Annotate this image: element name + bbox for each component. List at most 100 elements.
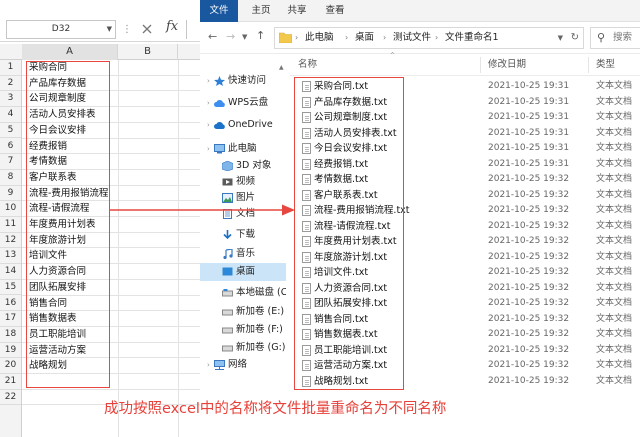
chevron-right-icon[interactable]: › xyxy=(207,94,210,112)
chevron-right-icon[interactable]: › xyxy=(207,116,210,134)
row-header[interactable]: 20 xyxy=(0,358,21,374)
file-type: 文本文档 xyxy=(596,360,633,370)
row-header[interactable]: 6 xyxy=(0,139,21,155)
chevron-down-icon[interactable]: ▼ xyxy=(558,28,563,48)
column-name[interactable]: 名称 xyxy=(298,54,317,76)
row-header[interactable]: 3 xyxy=(0,91,21,108)
up-arrow-icon[interactable]: ↑ xyxy=(256,29,265,42)
file-type: 文本文档 xyxy=(596,189,633,200)
address-bar[interactable]: › 此电脑 › 桌面 › 测试文件 › 文件重命名1 ▼ ↻ xyxy=(274,27,584,49)
formula-divider xyxy=(186,20,187,39)
row-header[interactable]: 5 xyxy=(0,123,21,139)
search-box[interactable]: ⚲ 搜索 xyxy=(590,27,640,49)
row-header[interactable]: 10 xyxy=(0,201,21,217)
breadcrumb-this-pc[interactable]: 此电脑 xyxy=(305,28,334,48)
search-placeholder: 搜索 xyxy=(613,32,633,43)
picture-icon xyxy=(222,193,233,203)
nav-item[interactable]: 新加卷 (G:) xyxy=(200,339,286,357)
column-date-modified[interactable]: 修改日期 xyxy=(488,54,526,76)
row-header[interactable]: 8 xyxy=(0,170,21,186)
star-icon xyxy=(214,76,225,86)
row-header[interactable]: 18 xyxy=(0,327,21,343)
grid-line xyxy=(22,388,200,390)
chevron-right-icon[interactable]: › xyxy=(345,28,348,48)
file-date: 2021-10-25 19:32 xyxy=(488,344,570,355)
back-arrow-icon[interactable]: ← xyxy=(208,30,217,43)
address-row: ← → ▼ ↑ › 此电脑 › 桌面 › 测试文件 › 文件重命名1 ▼ ↻ ⚲… xyxy=(200,22,640,54)
nav-item-label: 新加卷 (E:) xyxy=(236,306,285,317)
column-type[interactable]: 类型 xyxy=(596,54,615,76)
nav-item[interactable]: 新加卷 (E:) xyxy=(200,303,286,321)
nav-item[interactable]: 本地磁盘 (C xyxy=(200,284,286,302)
nav-item[interactable]: › OneDrive xyxy=(200,116,286,134)
nav-item[interactable]: 下载 xyxy=(200,226,286,244)
row-header[interactable]: 14 xyxy=(0,264,21,280)
nav-item-label: 本地磁盘 (C xyxy=(236,287,286,298)
file-type: 文本文档 xyxy=(596,344,633,355)
file-type: 文本文档 xyxy=(596,313,633,324)
nav-item[interactable]: › 快速访问 xyxy=(200,72,286,90)
folder-icon xyxy=(279,32,292,43)
chevron-down-icon[interactable]: ▼ xyxy=(242,33,247,41)
column-header-b[interactable]: B xyxy=(118,44,178,60)
scroll-up-icon[interactable]: ▲ xyxy=(279,64,284,71)
file-date: 2021-10-25 19:31 xyxy=(488,81,570,91)
column-divider[interactable] xyxy=(480,57,481,73)
row-header[interactable]: 22 xyxy=(0,390,21,406)
nav-item[interactable]: 桌面 xyxy=(200,263,286,281)
close-icon[interactable] xyxy=(140,22,154,36)
nav-item-label: 快速访问 xyxy=(228,75,267,86)
tab-file[interactable]: 文件 xyxy=(200,0,238,22)
fx-label[interactable]: fx xyxy=(166,19,178,34)
caption: 成功按照excel中的名称将文件批量重命名为不同名称 xyxy=(104,401,447,417)
highlight-box-files xyxy=(294,77,404,390)
column-divider[interactable] xyxy=(588,57,589,73)
row-header[interactable]: 12 xyxy=(0,233,21,249)
forward-arrow-icon[interactable]: → xyxy=(226,30,235,43)
file-type: 文本文档 xyxy=(596,158,633,169)
file-type: 文本文档 xyxy=(596,174,633,184)
row-header[interactable]: 17 xyxy=(0,311,21,327)
nav-item-label: 桌面 xyxy=(236,266,256,277)
row-header[interactable]: 21 xyxy=(0,374,21,390)
chevron-right-icon[interactable]: › xyxy=(207,140,210,158)
file-date: 2021-10-25 19:31 xyxy=(488,96,570,107)
row-header[interactable]: 1 xyxy=(0,60,21,76)
chevron-down-icon[interactable]: ▼ xyxy=(107,21,112,38)
search-icon: ⚲ xyxy=(597,31,606,44)
nav-item[interactable]: 新加卷 (F:) xyxy=(200,321,286,339)
refresh-icon[interactable]: ↻ xyxy=(571,28,579,48)
chevron-right-icon[interactable]: › xyxy=(207,356,210,374)
row-header[interactable]: 11 xyxy=(0,217,21,233)
column-header-a[interactable]: A xyxy=(22,44,118,60)
chevron-right-icon[interactable]: › xyxy=(383,28,386,48)
tab-view[interactable]: 查看 xyxy=(322,0,348,22)
cube-icon xyxy=(222,161,233,171)
chevron-right-icon[interactable]: › xyxy=(207,72,210,90)
chevron-right-icon[interactable]: › xyxy=(295,28,298,48)
breadcrumb-rename-folder[interactable]: 文件重命名1 xyxy=(445,28,499,48)
breadcrumb-desktop[interactable]: 桌面 xyxy=(355,28,374,48)
file-date: 2021-10-25 19:32 xyxy=(488,174,570,184)
row-header[interactable]: 19 xyxy=(0,343,21,359)
drive-icon xyxy=(222,345,233,352)
nav-item[interactable]: 音乐 xyxy=(200,245,286,263)
row-header[interactable]: 13 xyxy=(0,248,21,265)
row-header[interactable]: 9 xyxy=(0,186,21,202)
nav-item[interactable]: › 网络 xyxy=(200,356,286,374)
file-type: 文本文档 xyxy=(596,251,633,262)
row-header[interactable]: 15 xyxy=(0,280,21,296)
name-box[interactable]: D32 ▼ xyxy=(6,20,116,39)
tab-home[interactable]: 主页 xyxy=(248,0,274,22)
row-header[interactable]: 16 xyxy=(0,296,21,312)
download-icon xyxy=(223,230,232,240)
drive-icon xyxy=(222,289,233,297)
row-header[interactable]: 4 xyxy=(0,107,21,123)
row-header[interactable]: 7 xyxy=(0,154,21,170)
nav-item[interactable]: › WPS云盘 xyxy=(200,94,286,112)
nav-item[interactable]: › 此电脑 xyxy=(200,140,286,158)
breadcrumb-test-files[interactable]: 测试文件 xyxy=(393,28,431,48)
chevron-right-icon[interactable]: › xyxy=(435,28,438,48)
tab-share[interactable]: 共享 xyxy=(284,0,310,22)
row-header[interactable]: 2 xyxy=(0,76,21,92)
